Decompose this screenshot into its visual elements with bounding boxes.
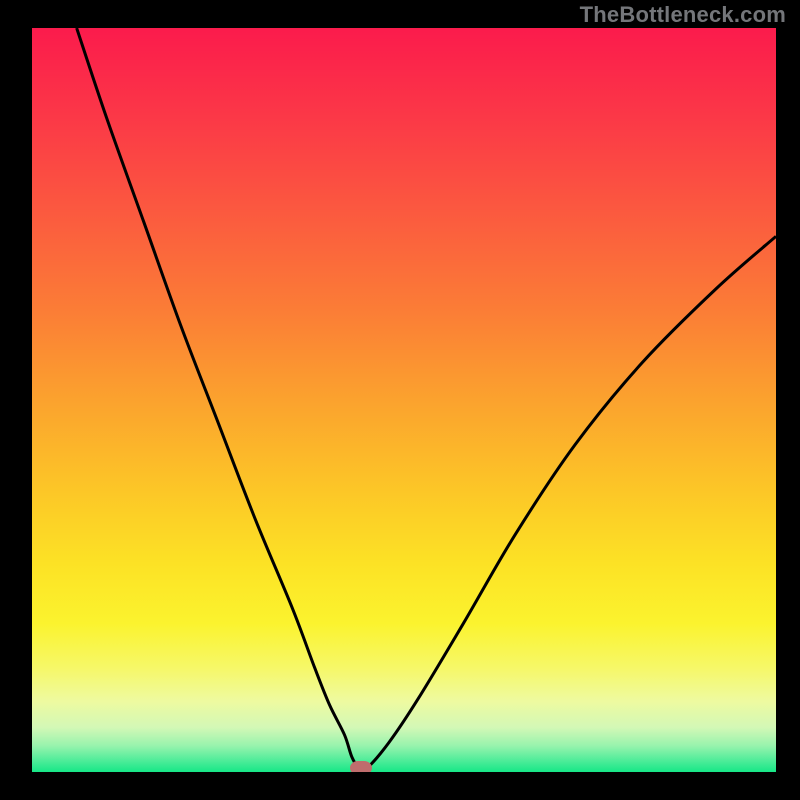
plot-area	[32, 28, 776, 772]
chart-frame: TheBottleneck.com	[0, 0, 800, 800]
optimal-point-marker	[350, 761, 372, 772]
watermark-text: TheBottleneck.com	[580, 2, 786, 28]
bottleneck-curve	[32, 28, 776, 772]
